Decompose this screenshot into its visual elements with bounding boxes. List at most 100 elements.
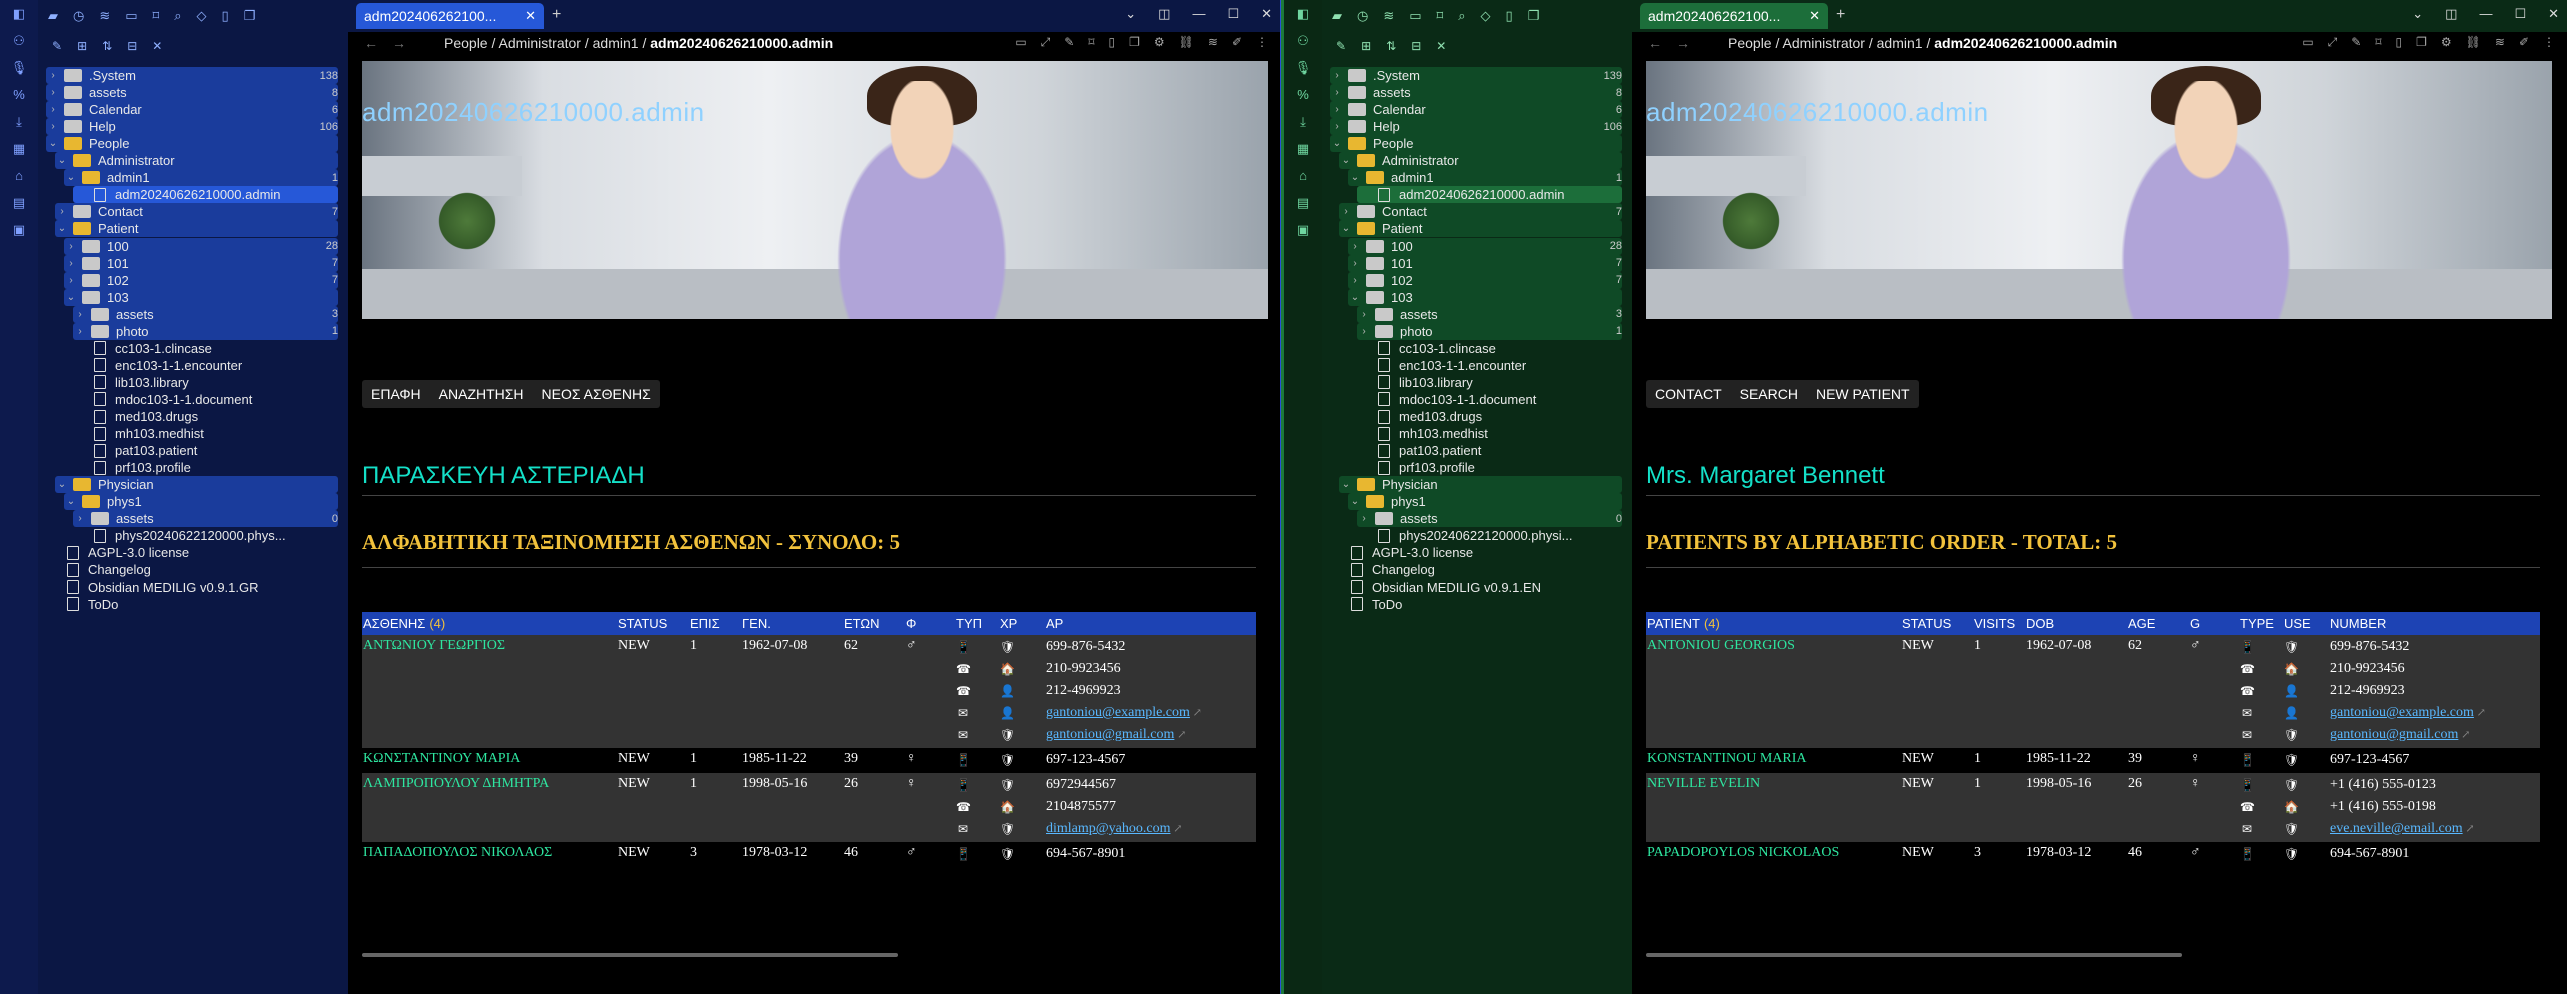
nav-button-1[interactable]: SEARCH [1731, 380, 1807, 408]
breadcrumb-item[interactable]: adm20240626210000.admin [1934, 35, 2117, 51]
tree-folder[interactable]: › assets 3 [73, 305, 338, 323]
bookmark-icon[interactable]: ⌑ [1437, 8, 1444, 24]
column-header[interactable]: Φ [905, 612, 955, 635]
new-note-icon[interactable]: ✎ [1336, 39, 1346, 53]
download-icon[interactable]: ⤓ [0, 108, 38, 135]
graph-icon[interactable]: ⚇ [1284, 27, 1322, 54]
link-icon[interactable]: ⛓ [2466, 35, 2481, 50]
breadcrumb-item[interactable]: People [1728, 35, 1772, 51]
home-icon[interactable]: ⌂ [0, 162, 38, 189]
column-header[interactable]: USE [2283, 612, 2329, 635]
minimize-icon[interactable]: — [2479, 6, 2492, 22]
home-icon[interactable]: ⌂ [1284, 162, 1322, 189]
tree-file[interactable]: AGPL-3.0 license [46, 544, 338, 561]
close-icon[interactable]: ✕ [1436, 39, 1446, 53]
bookmark-icon[interactable]: ⌑ [2375, 35, 2381, 50]
folder-link-icon[interactable]: ▣ [0, 216, 38, 243]
expand-icon[interactable]: ⤢ [1041, 35, 1051, 50]
stack-icon[interactable]: ≋ [99, 8, 110, 24]
email-link[interactable]: gantoniou@gmail.com [1046, 727, 1174, 742]
dashboard-icon[interactable]: ▤ [0, 189, 38, 216]
tree-folder[interactable]: › assets 0 [73, 510, 338, 528]
email-link[interactable]: eve.neville@email.com [2330, 821, 2463, 836]
tree-file[interactable]: adm20240626210000.admin [1357, 186, 1622, 204]
nav-button-0[interactable]: ΕΠΑΦΗ [362, 380, 430, 408]
horizontal-scrollbar[interactable] [362, 953, 898, 957]
chevron-down-icon[interactable]: ⌄ [2412, 6, 2423, 22]
document-icon[interactable]: ▯ [222, 8, 229, 24]
dashboard-icon[interactable]: ▤ [1284, 189, 1322, 216]
tree-file[interactable]: prf103.profile [73, 459, 338, 476]
tree-folder[interactable]: › photo 1 [73, 322, 338, 340]
copy-icon[interactable]: ❐ [244, 8, 256, 24]
maximize-icon[interactable]: ☐ [1227, 6, 1239, 22]
tree-folder[interactable]: ⌄ Patient [55, 220, 338, 238]
column-header[interactable]: AGE [2127, 612, 2189, 635]
tree-file[interactable]: mh103.medhist [1357, 425, 1622, 442]
patient-name-link[interactable]: NEVILLE EVELIN [1647, 776, 1760, 791]
column-header[interactable]: G [2189, 612, 2239, 635]
patient-name-link[interactable]: ΑΝΤΩΝΙΟΥ ΓΕΩΡΓΙΟΣ [363, 638, 505, 653]
copy-icon[interactable]: ❐ [2416, 35, 2427, 50]
tab-close-icon[interactable]: ✕ [1809, 8, 1820, 24]
tab-active[interactable]: adm202406262100... ✕ [356, 3, 544, 29]
nav-button-0[interactable]: CONTACT [1646, 380, 1731, 408]
new-note-icon[interactable]: ✎ [52, 39, 62, 53]
tab-close-icon[interactable]: ✕ [525, 8, 536, 24]
tree-folder[interactable]: ⌄ admin1 1 [64, 169, 338, 187]
settings-icon[interactable]: ⚙ [1154, 35, 1165, 50]
tree-file[interactable]: adm20240626210000.admin [73, 186, 338, 204]
email-link[interactable]: dimlamp@yahoo.com [1046, 821, 1170, 836]
tree-folder[interactable]: › Contact 7 [55, 203, 338, 221]
tree-folder[interactable]: › Help 106 [46, 118, 338, 136]
column-header[interactable]: ΕΤΩΝ [843, 612, 905, 635]
collapse-icon[interactable]: ⊟ [1411, 39, 1421, 53]
nav-button-2[interactable]: ΝΕΟΣ ΑΣΘΕΝΗΣ [533, 380, 660, 408]
sort-icon[interactable]: ⇅ [1386, 39, 1396, 53]
bookmark-icon[interactable]: ⌑ [153, 8, 160, 24]
tree-folder[interactable]: › 100 28 [64, 237, 338, 255]
calendar-icon[interactable]: ▦ [1284, 135, 1322, 162]
tree-folder[interactable]: › 101 7 [64, 254, 338, 272]
breadcrumb-item[interactable]: admin1 [593, 35, 639, 51]
tree-folder[interactable]: ⌄ 103 [1348, 288, 1622, 306]
tree-folder[interactable]: ⌄ admin1 1 [1348, 169, 1622, 187]
document-icon[interactable]: ▯ [1506, 8, 1513, 24]
patient-name-link[interactable]: ΠΑΠΑΔΟΠΟΥΛΟΣ ΝΙΚΟΛΑΟΣ [363, 845, 552, 860]
breadcrumb-item[interactable]: People [444, 35, 488, 51]
tree-file[interactable]: ToDo [46, 596, 338, 613]
copy-icon[interactable]: ❐ [1129, 35, 1140, 50]
column-header[interactable]: ΑΡ [1045, 612, 1256, 635]
tree-file[interactable]: cc103-1.clincase [73, 340, 338, 357]
pencil-icon[interactable]: ✐ [1232, 35, 1242, 50]
tree-file[interactable]: AGPL-3.0 license [1330, 544, 1622, 561]
tree-file[interactable]: enc103-1-1.encounter [1357, 357, 1622, 374]
tree-file[interactable]: med103.drugs [73, 408, 338, 425]
minimize-icon[interactable]: — [1192, 6, 1205, 22]
more-options-icon[interactable]: ⋮ [2543, 35, 2555, 50]
archive-icon[interactable]: ▭ [125, 8, 137, 24]
nav-arrows[interactable]: ←→ [364, 35, 420, 51]
new-tab-icon[interactable]: + [1836, 6, 1845, 24]
tree-folder[interactable]: › photo 1 [1357, 322, 1622, 340]
link-icon[interactable]: ⛓ [1179, 35, 1194, 50]
graph-icon[interactable]: ⚇ [0, 27, 38, 54]
tree-folder[interactable]: › Help 106 [1330, 118, 1622, 136]
tree-file[interactable]: med103.drugs [1357, 408, 1622, 425]
folder-icon[interactable]: ▰ [48, 8, 58, 24]
tree-folder[interactable]: ⌄ People [1330, 135, 1622, 153]
tree-file[interactable]: mdoc103-1-1.document [73, 391, 338, 408]
microphone-icon[interactable]: 🎙 [0, 54, 38, 81]
sort-icon[interactable]: ⇅ [102, 39, 112, 53]
sidebar-toggle-icon[interactable]: ◧ [0, 0, 38, 27]
window-close-icon[interactable]: ✕ [1261, 6, 1272, 22]
tab-active[interactable]: adm202406262100... ✕ [1640, 3, 1828, 29]
nav-button-2[interactable]: NEW PATIENT [1807, 380, 1919, 408]
expand-icon[interactable]: ⤢ [2328, 35, 2338, 50]
patient-name-link[interactable]: ANTONIOU GEORGIOS [1647, 638, 1795, 653]
tree-file[interactable]: prf103.profile [1357, 459, 1622, 476]
patient-name-link[interactable]: PAPADOPOYLOS NICKOLAOS [1647, 845, 1839, 860]
breadcrumb-item[interactable]: adm20240626210000.admin [650, 35, 833, 51]
sidebar-toggle-icon[interactable]: ◧ [1284, 0, 1322, 27]
column-header[interactable]: ΕΠΙΣ [689, 612, 741, 635]
